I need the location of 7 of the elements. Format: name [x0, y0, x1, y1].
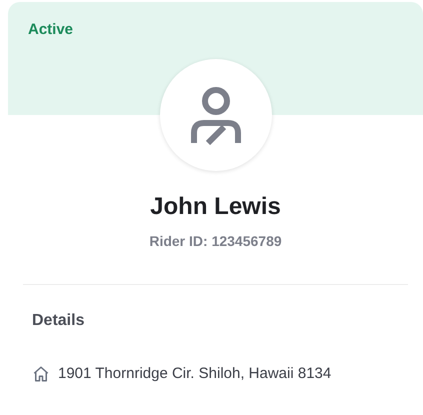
- rider-name: John Lewis: [150, 192, 281, 222]
- details-heading: Details: [32, 311, 86, 331]
- status-label: Active: [28, 21, 74, 38]
- home-icon: [32, 365, 50, 384]
- person-icon: [188, 85, 244, 145]
- rider-id: Rider ID: 123456789: [149, 232, 282, 251]
- address-text: 1901 Thornridge Cir. Shiloh, Hawaii 8134: [58, 364, 332, 384]
